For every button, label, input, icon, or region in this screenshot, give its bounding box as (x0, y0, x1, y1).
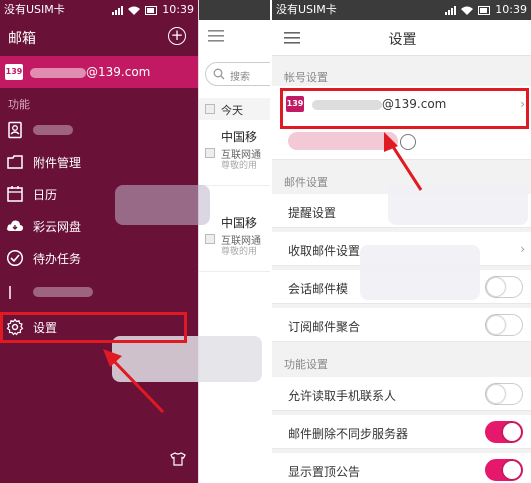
clock-text: 10:39 (162, 3, 194, 16)
row-label: 允许读取手机联系人 (288, 389, 397, 403)
row-label: 邮件删除不同步服务器 (288, 427, 409, 441)
add-account-icon[interactable]: + (168, 27, 186, 45)
mosaic-blur (360, 245, 480, 300)
drawer-item-label: 彩云网盘 (33, 220, 82, 234)
status-bar: 没有USIM卡 10:39 (272, 0, 531, 20)
mail-list-panel: 搜索 今天 中国移 互联网通 尊敬的用 中国移 互联网通 尊敬的用 (198, 0, 270, 483)
menu-icon[interactable] (208, 30, 224, 42)
clock-text: 10:39 (495, 3, 527, 16)
conversation-toggle[interactable] (485, 276, 523, 298)
wifi-icon (128, 6, 141, 15)
pinned-notice-toggle[interactable] (485, 459, 523, 481)
settings-top-bar: 设置 (272, 20, 531, 56)
mail-list-item[interactable]: 中国移 互联网通 尊敬的用 (199, 124, 270, 186)
row-label: 会话邮件模 (288, 282, 349, 296)
highlight-account-row (280, 88, 529, 129)
settings-row-delete-sync[interactable]: 邮件删除不同步服务器 (272, 415, 531, 449)
drawer-header: 邮箱 + (0, 20, 198, 54)
row-label: 显示置顶公告 (288, 465, 361, 479)
section-header-account: 帐号设置 (284, 71, 328, 84)
drawer-item-label: 附件管理 (33, 156, 82, 170)
mail-subject: 中国移 (221, 130, 258, 144)
mail-group-header: 今天 (199, 98, 270, 120)
highlight-settings-item (0, 312, 187, 343)
status-bar-mid (199, 0, 270, 20)
search-input[interactable]: 搜索 (205, 62, 270, 86)
battery-icon (145, 5, 158, 15)
theme-shirt-icon[interactable] (170, 452, 186, 466)
drawer-account[interactable]: 139 @139.com (0, 56, 198, 88)
mail-subject: 中国移 (221, 216, 258, 230)
drawer-title: 邮箱 (8, 31, 36, 47)
row-label: 提醒设置 (288, 206, 337, 220)
section-header-mail: 邮件设置 (284, 176, 328, 189)
status-bar: 没有USIM卡 10:39 (0, 0, 198, 20)
139-logo-icon: 139 (5, 64, 23, 80)
search-icon (213, 68, 225, 80)
drawer-item-tasks[interactable]: 待办任务 (0, 242, 198, 274)
section-header-function: 功能设置 (284, 358, 328, 371)
edit-icon (9, 286, 11, 299)
account-email: @139.com (30, 65, 150, 79)
account-sub-row[interactable] (272, 126, 531, 160)
mail-checkbox[interactable] (205, 148, 215, 158)
row-label: 订阅邮件聚合 (288, 320, 361, 334)
drawer-item-label: 日历 (33, 188, 58, 202)
mosaic-blur (388, 185, 528, 225)
carrier-text: 没有USIM卡 (276, 3, 337, 16)
mosaic-blur (115, 185, 210, 225)
drawer-item-label (33, 122, 73, 136)
navigation-drawer: 没有USIM卡 10:39 邮箱 + 139 @139.com 功能 附件管理 … (0, 0, 198, 483)
search-placeholder: 搜索 (230, 72, 250, 83)
group-checkbox[interactable] (205, 104, 215, 114)
blurred-text (288, 132, 398, 150)
mail-preview: 尊敬的用 (221, 161, 258, 171)
cloud-icon (7, 220, 24, 231)
signal-icon (112, 5, 124, 15)
info-circle-icon (400, 134, 416, 150)
wifi-icon (461, 6, 474, 15)
calendar-icon (7, 186, 23, 202)
chevron-right-icon: › (520, 242, 525, 256)
carrier-text: 没有USIM卡 (4, 3, 65, 16)
drawer-item-edit[interactable] (0, 276, 198, 308)
mail-preview: 尊敬的用 (221, 247, 258, 257)
mail-checkbox[interactable] (205, 234, 215, 244)
signal-icon (445, 5, 457, 15)
delete-sync-toggle[interactable] (485, 421, 523, 443)
settings-row-pinned-notice[interactable]: 显示置顶公告 (272, 453, 531, 483)
drawer-item-contacts[interactable] (0, 114, 198, 146)
battery-icon (478, 5, 491, 15)
drawer-section-label: 功能 (8, 98, 30, 111)
drawer-item-label: 待办任务 (33, 252, 82, 266)
drawer-item-label (33, 284, 93, 298)
contacts-toggle[interactable] (485, 383, 523, 405)
page-title: 设置 (388, 32, 417, 48)
attachment-icon (7, 155, 23, 169)
contacts-icon (8, 121, 22, 139)
settings-screen: 没有USIM卡 10:39 设置 帐号设置 139 @139.com › 邮件设… (270, 0, 531, 483)
settings-row-subscription[interactable]: 订阅邮件聚合 (272, 308, 531, 342)
subscription-toggle[interactable] (485, 314, 523, 336)
settings-row-contacts[interactable]: 允许读取手机联系人 (272, 377, 531, 411)
drawer-item-attachments[interactable]: 附件管理 (0, 146, 198, 178)
row-label: 收取邮件设置 (288, 244, 361, 258)
task-check-icon (6, 249, 24, 267)
group-label: 今天 (221, 104, 243, 117)
